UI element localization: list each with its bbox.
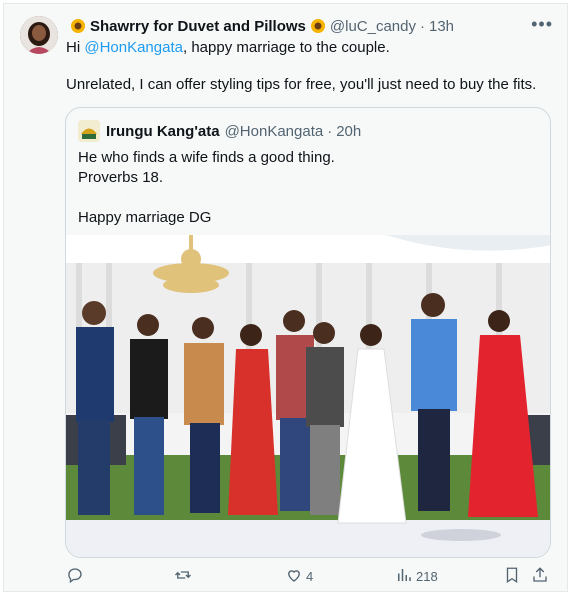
quoted-tweet-time[interactable]: 20h	[336, 123, 361, 140]
tweet-text-suffix: , happy marriage to the couple.	[182, 39, 390, 56]
reply-button[interactable]	[66, 566, 88, 587]
like-button[interactable]: 4	[285, 566, 313, 587]
bookmark-icon	[503, 566, 521, 587]
reply-icon	[66, 566, 84, 587]
tweet-text-line1: Hi @HonKangata, happy marriage to the co…	[66, 38, 390, 58]
tweet-text-prefix: Hi	[66, 39, 85, 56]
retweet-icon	[174, 566, 192, 587]
tweet-time[interactable]: 13h	[429, 18, 454, 35]
share-button[interactable]	[531, 566, 549, 587]
author-name[interactable]: Shawrry for Duvet and Pillows	[90, 18, 306, 35]
more-icon[interactable]: •••	[531, 14, 553, 35]
separator: ·	[420, 17, 425, 35]
mention-link[interactable]: @HonKangata	[84, 39, 183, 56]
author-avatar[interactable]	[20, 16, 58, 54]
sunflower-emoji-icon	[310, 18, 326, 34]
quoted-author-avatar	[78, 120, 100, 142]
quoted-tweet[interactable]: Irungu Kang'ata @HonKangata · 20h He who…	[65, 107, 551, 558]
views-button[interactable]: 218	[395, 566, 438, 587]
quoted-tweet-header: Irungu Kang'ata @HonKangata · 20h	[78, 120, 361, 142]
views-count: 218	[416, 569, 438, 584]
like-icon	[285, 566, 303, 587]
bookmark-button[interactable]	[503, 566, 521, 587]
retweet-button[interactable]	[174, 566, 196, 587]
author-handle[interactable]: @luC_candy	[330, 18, 416, 35]
wedding-group-photo[interactable]	[66, 235, 551, 558]
tweet-header: Shawrry for Duvet and Pillows @luC_candy…	[66, 16, 553, 36]
views-icon	[395, 566, 413, 587]
quoted-tweet-text: He who finds a wife finds a good thing. …	[78, 149, 335, 226]
share-icon	[531, 566, 549, 587]
tweet-text-line2: Unrelated, I can offer styling tips for …	[66, 76, 537, 93]
quoted-author-handle[interactable]: @HonKangata	[225, 123, 324, 140]
tweet-actions: 4 218	[66, 566, 553, 586]
sunflower-emoji-icon	[70, 18, 86, 34]
like-count: 4	[306, 569, 314, 584]
quoted-author-name[interactable]: Irungu Kang'ata	[106, 123, 220, 140]
separator: ·	[327, 122, 333, 140]
